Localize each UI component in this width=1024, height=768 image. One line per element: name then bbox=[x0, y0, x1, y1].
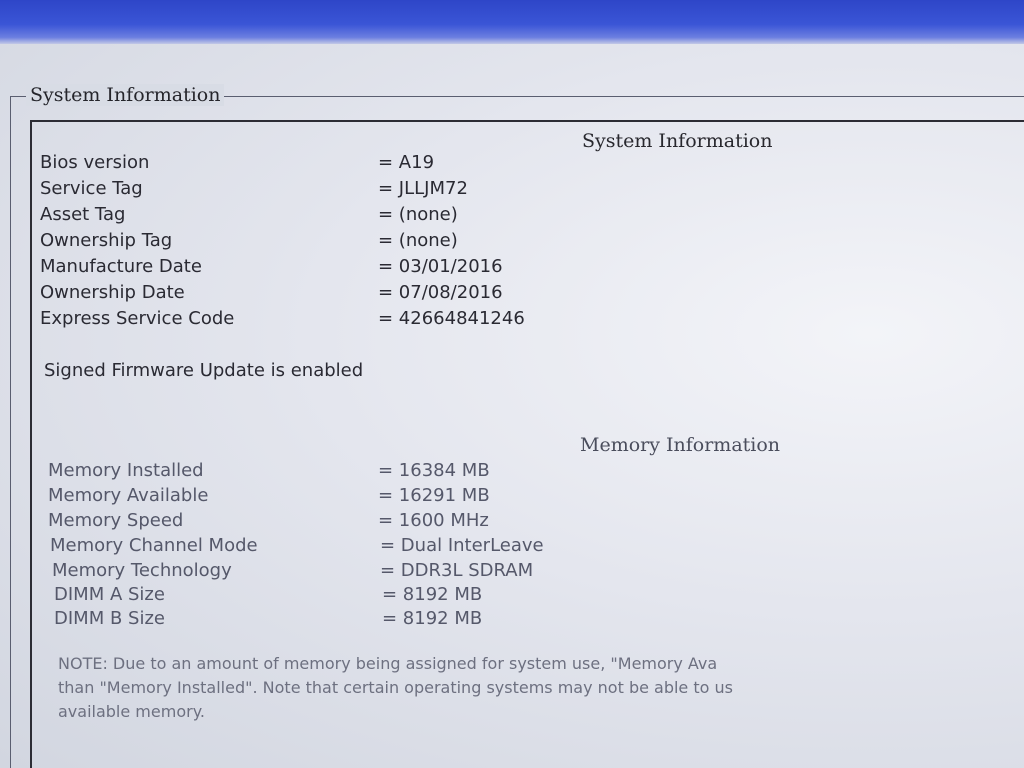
label-asset-tag: Asset Tag bbox=[40, 204, 126, 225]
title-bar bbox=[0, 0, 1024, 44]
value-asset-tag: = (none) bbox=[378, 204, 458, 225]
label-express-service-code: Express Service Code bbox=[40, 308, 235, 329]
label-dimm-a-size: DIMM A Size bbox=[54, 584, 165, 605]
label-service-tag: Service Tag bbox=[40, 178, 143, 199]
label-memory-available: Memory Available bbox=[48, 485, 209, 506]
value-ownership-date: = 07/08/2016 bbox=[378, 282, 503, 303]
value-memory-available: = 16291 MB bbox=[378, 485, 490, 506]
memory-note: NOTE: Due to an amount of memory being a… bbox=[58, 652, 1024, 724]
value-memory-technology: = DDR3L SDRAM bbox=[380, 560, 534, 581]
value-service-tag: = JLLJM72 bbox=[378, 178, 468, 199]
memory-note-line: NOTE: Due to an amount of memory being a… bbox=[58, 654, 718, 673]
memory-info-heading: Memory Information bbox=[580, 434, 781, 456]
memory-note-line: available memory. bbox=[58, 702, 205, 721]
label-ownership-tag: Ownership Tag bbox=[40, 230, 173, 251]
label-memory-installed: Memory Installed bbox=[48, 460, 204, 481]
group-box-border-left bbox=[10, 96, 11, 768]
label-memory-speed: Memory Speed bbox=[48, 510, 184, 531]
label-ownership-date: Ownership Date bbox=[40, 282, 185, 303]
value-memory-installed: = 16384 MB bbox=[378, 460, 490, 481]
value-memory-speed: = 1600 MHz bbox=[378, 510, 489, 531]
value-memory-channel-mode: = Dual InterLeave bbox=[380, 535, 544, 556]
group-box-title: System Information bbox=[26, 84, 225, 106]
value-ownership-tag: = (none) bbox=[378, 230, 458, 251]
value-bios-version: = A19 bbox=[378, 152, 435, 173]
value-dimm-a-size: = 8192 MB bbox=[382, 584, 483, 605]
label-dimm-b-size: DIMM B Size bbox=[54, 608, 165, 629]
value-manufacture-date: = 03/01/2016 bbox=[378, 256, 503, 277]
system-info-heading: System Information bbox=[582, 130, 773, 152]
label-memory-technology: Memory Technology bbox=[52, 560, 232, 581]
label-bios-version: Bios version bbox=[40, 152, 150, 173]
value-dimm-b-size: = 8192 MB bbox=[382, 608, 483, 629]
label-memory-channel-mode: Memory Channel Mode bbox=[50, 535, 258, 556]
firmware-update-status: Signed Firmware Update is enabled bbox=[44, 360, 364, 381]
label-manufacture-date: Manufacture Date bbox=[40, 256, 202, 277]
value-express-service-code: = 42664841246 bbox=[378, 308, 525, 329]
memory-note-line: than "Memory Installed". Note that certa… bbox=[58, 678, 733, 697]
